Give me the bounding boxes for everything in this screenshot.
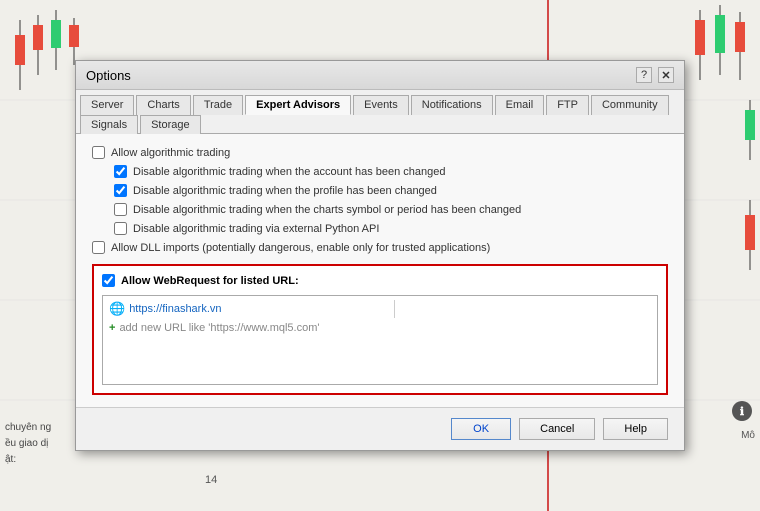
label-allow-webrequest: Allow WebRequest for listed URL: (121, 275, 299, 287)
label-allow-algo-trading: Allow algorithmic trading (111, 147, 230, 159)
plus-icon: + (109, 322, 115, 334)
url-row-finashark[interactable]: 🌐 https://finashark.vn (105, 298, 655, 320)
option-disable-account-change: Disable algorithmic trading when the acc… (92, 165, 668, 178)
options-dialog: Options ? ✕ Server Charts Trade Expert A… (75, 60, 685, 451)
dialog-content: Allow algorithmic trading Disable algori… (76, 134, 684, 407)
dialog-footer: OK Cancel Help (76, 407, 684, 450)
dialog-close-button[interactable]: ✕ (658, 67, 674, 83)
option-disable-symbol-change: Disable algorithmic trading when the cha… (92, 203, 668, 216)
label-disable-python-api: Disable algorithmic trading via external… (133, 223, 379, 235)
cancel-button[interactable]: Cancel (519, 418, 595, 440)
tab-storage[interactable]: Storage (140, 115, 201, 134)
tab-community[interactable]: Community (591, 95, 669, 115)
dialog-controls: ? ✕ (636, 67, 674, 83)
option-disable-python-api: Disable algorithmic trading via external… (92, 222, 668, 235)
checkbox-allow-webrequest[interactable] (102, 274, 115, 287)
tab-server[interactable]: Server (80, 95, 134, 115)
dialog-help-button[interactable]: ? (636, 67, 652, 83)
url-section: Allow WebRequest for listed URL: 🌐 https… (92, 264, 668, 395)
dialog-title: Options (86, 68, 131, 83)
checkbox-disable-profile-change[interactable] (114, 184, 127, 197)
dialog-titlebar[interactable]: Options ? ✕ (76, 61, 684, 90)
checkbox-disable-account-change[interactable] (114, 165, 127, 178)
tab-email[interactable]: Email (495, 95, 545, 115)
url-text-finashark: https://finashark.vn (129, 303, 385, 315)
label-disable-profile-change: Disable algorithmic trading when the pro… (133, 185, 437, 197)
label-disable-account-change: Disable algorithmic trading when the acc… (133, 166, 445, 178)
ok-button[interactable]: OK (451, 418, 511, 440)
tab-events[interactable]: Events (353, 95, 409, 115)
tab-notifications[interactable]: Notifications (411, 95, 493, 115)
tab-expert-advisors[interactable]: Expert Advisors (245, 95, 351, 115)
url-header: Allow WebRequest for listed URL: (102, 274, 658, 287)
url-add-row[interactable]: + add new URL like 'https://www.mql5.com… (105, 320, 655, 336)
tab-ftp[interactable]: FTP (546, 95, 589, 115)
label-allow-dll-imports: Allow DLL imports (potentially dangerous… (111, 242, 490, 254)
tab-charts[interactable]: Charts (136, 95, 190, 115)
option-allow-dll-imports: Allow DLL imports (potentially dangerous… (92, 241, 668, 254)
globe-icon: 🌐 (109, 301, 125, 317)
url-add-placeholder: add new URL like 'https://www.mql5.com' (119, 322, 319, 334)
checkbox-allow-algo-trading[interactable] (92, 146, 105, 159)
checkbox-disable-symbol-change[interactable] (114, 203, 127, 216)
checkbox-disable-python-api[interactable] (114, 222, 127, 235)
tab-signals[interactable]: Signals (80, 115, 138, 134)
help-button[interactable]: Help (603, 418, 668, 440)
checkbox-allow-dll-imports[interactable] (92, 241, 105, 254)
label-disable-symbol-change: Disable algorithmic trading when the cha… (133, 204, 521, 216)
dialog-overlay: Options ? ✕ Server Charts Trade Expert A… (0, 0, 760, 511)
tab-trade[interactable]: Trade (193, 95, 243, 115)
option-allow-algo-trading: Allow algorithmic trading (92, 146, 668, 159)
option-disable-profile-change: Disable algorithmic trading when the pro… (92, 184, 668, 197)
url-list-container: 🌐 https://finashark.vn + add new URL lik… (102, 295, 658, 385)
dialog-tabs: Server Charts Trade Expert Advisors Even… (76, 90, 684, 134)
